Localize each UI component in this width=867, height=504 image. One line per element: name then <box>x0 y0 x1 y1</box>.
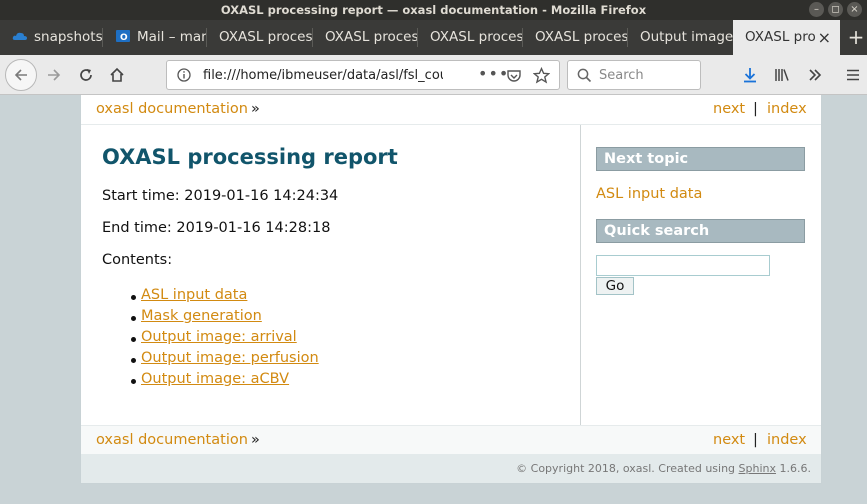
tab-label: OXASL pro <box>745 29 816 45</box>
sphinx-version: 1.6.6. <box>776 462 812 475</box>
tab-output-image[interactable]: Output image <box>628 20 733 55</box>
arrow-right-icon <box>48 69 61 81</box>
search-placeholder: Search <box>599 68 644 83</box>
page-title: OXASL processing report <box>102 145 398 169</box>
download-icon <box>744 68 756 83</box>
reload-icon <box>80 69 92 81</box>
search-icon <box>577 68 592 83</box>
breadcrumb-separator: » <box>251 432 260 448</box>
related-bar-top: oxasl documentation » next | index <box>81 95 821 125</box>
list-item: ASL input data <box>111 287 319 308</box>
link-separator: | <box>753 101 758 117</box>
copyright-text: © Copyright 2018, oxasl. Created using S… <box>516 462 811 475</box>
close-window-button[interactable]: × <box>847 2 862 17</box>
copyright-label: © Copyright 2018, oxasl. Created using <box>516 462 739 475</box>
sphinx-link[interactable]: Sphinx <box>739 462 776 475</box>
document-page: oxasl documentation » next | index OXASL… <box>80 95 822 484</box>
tab-oxasl-active[interactable]: OXASL pro × <box>733 20 840 55</box>
toc-link-mask-generation[interactable]: Mask generation <box>141 308 262 324</box>
sidebar: Next topic ASL input data Quick search G… <box>581 125 821 425</box>
tab-oxasl-2[interactable]: OXASL proces <box>313 20 418 55</box>
start-time: Start time: 2019-01-16 14:24:34 <box>102 188 339 204</box>
contents-list: ASL input data Mask generation Output im… <box>111 287 319 392</box>
cloud-icon <box>12 32 27 40</box>
library-button[interactable] <box>768 61 796 89</box>
link-separator: | <box>753 432 758 448</box>
library-icon <box>775 69 789 81</box>
toc-link-output-acbv[interactable]: Output image: aCBV <box>141 371 289 387</box>
close-tab-icon[interactable]: × <box>818 20 831 55</box>
home-button[interactable] <box>103 61 131 89</box>
tab-oxasl-3[interactable]: OXASL proces <box>418 20 523 55</box>
contents-label: Contents: <box>102 252 173 268</box>
next-topic-link[interactable]: ASL input data <box>596 186 702 202</box>
bookmark-star-icon[interactable] <box>533 67 550 84</box>
reload-button[interactable] <box>72 61 100 89</box>
tab-mail[interactable]: O Mail – mar <box>103 20 207 55</box>
next-link[interactable]: next <box>713 101 745 117</box>
toc-link-asl-input-data[interactable]: ASL input data <box>141 287 247 303</box>
new-tab-button[interactable]: + <box>845 20 867 55</box>
breadcrumb-separator: » <box>251 101 260 117</box>
quick-search-heading: Quick search <box>596 219 805 243</box>
tab-label: OXASL proces <box>325 29 418 45</box>
tab-snapshots[interactable]: snapshots <box>0 20 103 55</box>
next-link[interactable]: next <box>713 432 745 448</box>
info-icon[interactable] <box>177 68 191 82</box>
tab-label: Output image <box>640 29 733 45</box>
go-button[interactable]: Go <box>596 277 634 295</box>
list-item: Output image: perfusion <box>111 350 319 371</box>
maximize-button[interactable]: ◻ <box>828 2 843 17</box>
outlook-icon: O <box>116 30 130 43</box>
url-bar[interactable]: file:///home/ibmeuser/data/asl/fsl_cours… <box>166 60 560 90</box>
pocket-icon[interactable] <box>506 68 522 84</box>
search-bar[interactable]: Search <box>567 60 701 90</box>
list-item: Mask generation <box>111 308 319 329</box>
window-title: OXASL processing report — oxasl document… <box>220 3 647 17</box>
list-item: Output image: arrival <box>111 329 319 350</box>
tab-strip: snapshots O Mail – mar OXASL proces OXASL… <box>0 20 867 55</box>
next-topic-heading: Next topic <box>596 147 805 171</box>
main-menu-button[interactable] <box>839 61 867 89</box>
toc-link-output-perfusion[interactable]: Output image: perfusion <box>141 350 319 366</box>
list-item: Output image: aCBV <box>111 371 319 392</box>
svg-text:O: O <box>120 33 128 43</box>
arrow-left-icon <box>14 69 27 81</box>
minimize-button[interactable]: – <box>809 2 824 17</box>
forward-button[interactable] <box>40 61 68 89</box>
footer: © Copyright 2018, oxasl. Created using S… <box>81 454 821 483</box>
document-body: OXASL processing report Start time: 2019… <box>81 125 581 425</box>
index-link[interactable]: index <box>767 101 807 117</box>
tab-label: snapshots <box>34 29 103 45</box>
downloads-button[interactable] <box>736 61 764 89</box>
tab-label: OXASL proces <box>430 29 523 45</box>
related-bar-bottom: oxasl documentation » next | index <box>81 425 821 455</box>
home-link[interactable]: oxasl documentation <box>96 101 248 117</box>
index-link[interactable]: index <box>767 432 807 448</box>
toc-link-output-arrival[interactable]: Output image: arrival <box>141 329 297 345</box>
quick-search-input[interactable] <box>596 255 770 276</box>
window-titlebar: OXASL processing report — oxasl document… <box>0 0 867 20</box>
double-chevron-right-icon <box>809 69 822 81</box>
page-actions-icon[interactable]: ••• <box>478 64 509 83</box>
tab-label: Mail – mar <box>137 29 207 45</box>
navigation-bar: file:///home/ibmeuser/data/asl/fsl_cours… <box>0 55 867 95</box>
overflow-menu-button[interactable] <box>801 61 829 89</box>
tab-oxasl-4[interactable]: OXASL proces <box>523 20 628 55</box>
home-link[interactable]: oxasl documentation <box>96 432 248 448</box>
hamburger-menu-icon <box>847 69 859 81</box>
url-text[interactable]: file:///home/ibmeuser/data/asl/fsl_cours <box>203 68 443 83</box>
tab-label: OXASL proces <box>535 29 628 45</box>
home-icon <box>110 67 124 82</box>
tab-oxasl-1[interactable]: OXASL proces <box>207 20 313 55</box>
back-button[interactable] <box>5 59 37 91</box>
end-time: End time: 2019-01-16 14:28:18 <box>102 220 331 236</box>
tab-label: OXASL proces <box>219 29 313 45</box>
